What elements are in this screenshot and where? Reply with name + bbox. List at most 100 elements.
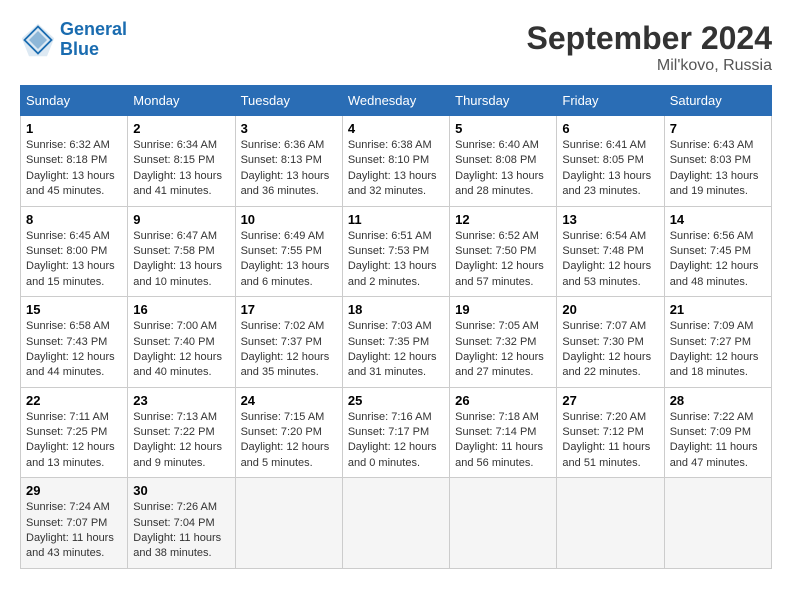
sunrise-label: Sunrise: 7:20 AM	[562, 411, 646, 423]
day-info: Sunrise: 6:58 AM Sunset: 7:43 PM Dayligh…	[26, 319, 122, 381]
table-row: 5 Sunrise: 6:40 AM Sunset: 8:08 PM Dayli…	[450, 116, 557, 207]
day-number: 9	[133, 212, 229, 227]
sunset-label: Sunset: 7:27 PM	[670, 336, 751, 348]
table-row: 9 Sunrise: 6:47 AM Sunset: 7:58 PM Dayli…	[128, 206, 235, 297]
day-info: Sunrise: 7:15 AM Sunset: 7:20 PM Dayligh…	[241, 410, 337, 472]
sunset-label: Sunset: 7:53 PM	[348, 245, 429, 257]
day-info: Sunrise: 7:09 AM Sunset: 7:27 PM Dayligh…	[670, 319, 766, 381]
sunrise-label: Sunrise: 6:41 AM	[562, 139, 646, 151]
sunrise-label: Sunrise: 7:22 AM	[670, 411, 754, 423]
sunrise-label: Sunrise: 6:52 AM	[455, 230, 539, 242]
table-row	[664, 478, 771, 569]
daylight-label: Daylight: 13 hours and 28 minutes.	[455, 170, 544, 197]
day-info: Sunrise: 7:18 AM Sunset: 7:14 PM Dayligh…	[455, 410, 551, 472]
table-row: 23 Sunrise: 7:13 AM Sunset: 7:22 PM Dayl…	[128, 387, 235, 478]
sunset-label: Sunset: 7:45 PM	[670, 245, 751, 257]
day-info: Sunrise: 6:52 AM Sunset: 7:50 PM Dayligh…	[455, 229, 551, 291]
day-info: Sunrise: 6:47 AM Sunset: 7:58 PM Dayligh…	[133, 229, 229, 291]
day-number: 6	[562, 121, 658, 136]
day-info: Sunrise: 7:07 AM Sunset: 7:30 PM Dayligh…	[562, 319, 658, 381]
sunset-label: Sunset: 7:25 PM	[26, 426, 107, 438]
day-info: Sunrise: 6:40 AM Sunset: 8:08 PM Dayligh…	[455, 138, 551, 200]
table-row: 21 Sunrise: 7:09 AM Sunset: 7:27 PM Dayl…	[664, 297, 771, 388]
day-info: Sunrise: 7:03 AM Sunset: 7:35 PM Dayligh…	[348, 319, 444, 381]
daylight-label: Daylight: 12 hours and 13 minutes.	[26, 441, 115, 468]
daylight-label: Daylight: 11 hours and 51 minutes.	[562, 441, 650, 468]
day-info: Sunrise: 6:32 AM Sunset: 8:18 PM Dayligh…	[26, 138, 122, 200]
header-monday: Monday	[128, 86, 235, 116]
day-number: 10	[241, 212, 337, 227]
day-number: 2	[133, 121, 229, 136]
sunrise-label: Sunrise: 7:26 AM	[133, 501, 217, 513]
sunrise-label: Sunrise: 6:54 AM	[562, 230, 646, 242]
table-row: 24 Sunrise: 7:15 AM Sunset: 7:20 PM Dayl…	[235, 387, 342, 478]
sunset-label: Sunset: 8:05 PM	[562, 154, 643, 166]
sunrise-label: Sunrise: 7:07 AM	[562, 320, 646, 332]
table-row: 20 Sunrise: 7:07 AM Sunset: 7:30 PM Dayl…	[557, 297, 664, 388]
table-row	[450, 478, 557, 569]
sunset-label: Sunset: 7:17 PM	[348, 426, 429, 438]
month-title: September 2024	[527, 20, 772, 57]
table-row: 26 Sunrise: 7:18 AM Sunset: 7:14 PM Dayl…	[450, 387, 557, 478]
day-number: 25	[348, 393, 444, 408]
sunrise-label: Sunrise: 6:47 AM	[133, 230, 217, 242]
daylight-label: Daylight: 12 hours and 57 minutes.	[455, 260, 544, 287]
day-number: 13	[562, 212, 658, 227]
sunrise-label: Sunrise: 7:16 AM	[348, 411, 432, 423]
daylight-label: Daylight: 11 hours and 43 minutes.	[26, 532, 114, 559]
sunrise-label: Sunrise: 6:56 AM	[670, 230, 754, 242]
table-row: 7 Sunrise: 6:43 AM Sunset: 8:03 PM Dayli…	[664, 116, 771, 207]
daylight-label: Daylight: 12 hours and 53 minutes.	[562, 260, 651, 287]
day-info: Sunrise: 7:00 AM Sunset: 7:40 PM Dayligh…	[133, 319, 229, 381]
daylight-label: Daylight: 11 hours and 47 minutes.	[670, 441, 758, 468]
sunrise-label: Sunrise: 6:32 AM	[26, 139, 110, 151]
day-info: Sunrise: 6:56 AM Sunset: 7:45 PM Dayligh…	[670, 229, 766, 291]
day-number: 11	[348, 212, 444, 227]
sunrise-label: Sunrise: 6:45 AM	[26, 230, 110, 242]
sunset-label: Sunset: 7:37 PM	[241, 336, 322, 348]
day-number: 14	[670, 212, 766, 227]
daylight-label: Daylight: 13 hours and 19 minutes.	[670, 170, 759, 197]
daylight-label: Daylight: 11 hours and 56 minutes.	[455, 441, 543, 468]
sunrise-label: Sunrise: 6:51 AM	[348, 230, 432, 242]
header-wednesday: Wednesday	[342, 86, 449, 116]
daylight-label: Daylight: 11 hours and 38 minutes.	[133, 532, 221, 559]
day-info: Sunrise: 7:24 AM Sunset: 7:07 PM Dayligh…	[26, 500, 122, 562]
location: Mil'kovo, Russia	[527, 57, 772, 75]
daylight-label: Daylight: 13 hours and 45 minutes.	[26, 170, 115, 197]
day-number: 26	[455, 393, 551, 408]
sunrise-label: Sunrise: 6:58 AM	[26, 320, 110, 332]
table-row: 8 Sunrise: 6:45 AM Sunset: 8:00 PM Dayli…	[21, 206, 128, 297]
daylight-label: Daylight: 13 hours and 23 minutes.	[562, 170, 651, 197]
logo-icon	[20, 22, 56, 58]
sunrise-label: Sunrise: 7:13 AM	[133, 411, 217, 423]
calendar-row: 22 Sunrise: 7:11 AM Sunset: 7:25 PM Dayl…	[21, 387, 772, 478]
table-row: 13 Sunrise: 6:54 AM Sunset: 7:48 PM Dayl…	[557, 206, 664, 297]
day-number: 7	[670, 121, 766, 136]
table-row: 15 Sunrise: 6:58 AM Sunset: 7:43 PM Dayl…	[21, 297, 128, 388]
logo-text: General Blue	[60, 20, 127, 60]
sunset-label: Sunset: 8:00 PM	[26, 245, 107, 257]
daylight-label: Daylight: 12 hours and 22 minutes.	[562, 351, 651, 378]
daylight-label: Daylight: 12 hours and 35 minutes.	[241, 351, 330, 378]
day-number: 27	[562, 393, 658, 408]
header-tuesday: Tuesday	[235, 86, 342, 116]
day-info: Sunrise: 7:16 AM Sunset: 7:17 PM Dayligh…	[348, 410, 444, 472]
table-row: 17 Sunrise: 7:02 AM Sunset: 7:37 PM Dayl…	[235, 297, 342, 388]
table-row: 3 Sunrise: 6:36 AM Sunset: 8:13 PM Dayli…	[235, 116, 342, 207]
sunset-label: Sunset: 7:48 PM	[562, 245, 643, 257]
table-row: 14 Sunrise: 6:56 AM Sunset: 7:45 PM Dayl…	[664, 206, 771, 297]
daylight-label: Daylight: 12 hours and 48 minutes.	[670, 260, 759, 287]
table-row: 19 Sunrise: 7:05 AM Sunset: 7:32 PM Dayl…	[450, 297, 557, 388]
title-block: September 2024 Mil'kovo, Russia	[527, 20, 772, 75]
table-row: 29 Sunrise: 7:24 AM Sunset: 7:07 PM Dayl…	[21, 478, 128, 569]
day-info: Sunrise: 6:51 AM Sunset: 7:53 PM Dayligh…	[348, 229, 444, 291]
sunset-label: Sunset: 7:12 PM	[562, 426, 643, 438]
sunset-label: Sunset: 7:09 PM	[670, 426, 751, 438]
sunrise-label: Sunrise: 7:03 AM	[348, 320, 432, 332]
day-number: 29	[26, 483, 122, 498]
page-header: General Blue September 2024 Mil'kovo, Ru…	[20, 20, 772, 75]
day-info: Sunrise: 6:34 AM Sunset: 8:15 PM Dayligh…	[133, 138, 229, 200]
day-info: Sunrise: 7:26 AM Sunset: 7:04 PM Dayligh…	[133, 500, 229, 562]
day-info: Sunrise: 7:22 AM Sunset: 7:09 PM Dayligh…	[670, 410, 766, 472]
